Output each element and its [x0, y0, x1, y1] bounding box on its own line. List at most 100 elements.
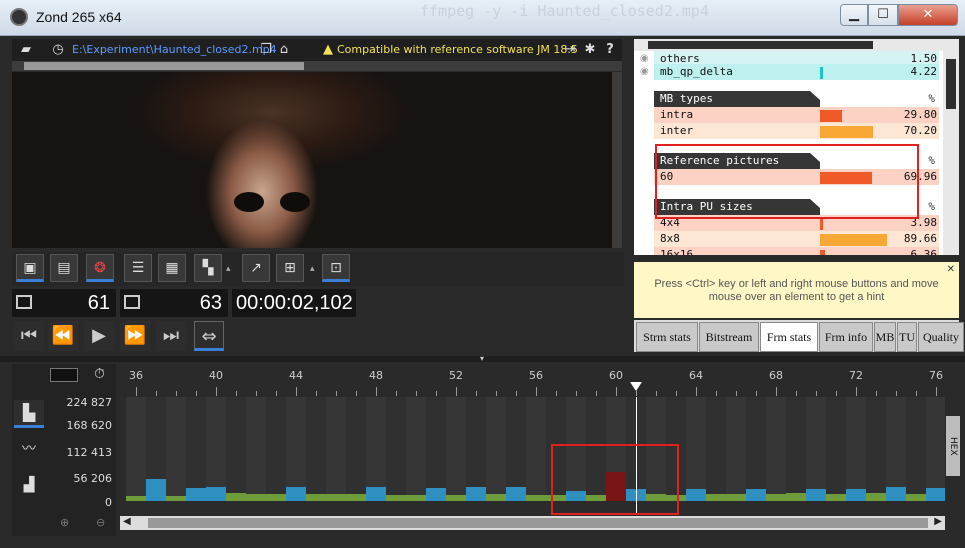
heatmap-icon[interactable]: ▤	[50, 254, 78, 282]
help-icon[interactable]: ?	[602, 42, 618, 58]
tab-strm-stats[interactable]: Strm stats	[636, 322, 698, 352]
dropdown-arrow-icon[interactable]: ▴	[226, 264, 231, 274]
eye-icon[interactable]: ◉	[640, 53, 649, 64]
tab-tu[interactable]: TU	[897, 322, 917, 352]
eye-icon[interactable]: ◉	[640, 66, 649, 77]
camera-icon[interactable]: ⊞	[276, 254, 304, 282]
frame-bar[interactable]	[686, 489, 706, 501]
frame-bar[interactable]	[766, 494, 786, 501]
file-path-link[interactable]: E:\Experiment\Haunted_closed2.mp4	[72, 43, 277, 56]
stats-horizontal-scrollbar[interactable]	[634, 39, 959, 51]
scrollbar-thumb[interactable]	[946, 59, 956, 109]
stats-row-value: 29.80	[895, 107, 939, 123]
maximize-button[interactable]: ☐	[868, 4, 898, 26]
zoom-out-icon[interactable]: ⊖	[96, 516, 105, 529]
frame-bar[interactable]	[886, 487, 906, 501]
frame-select-icon[interactable]: ⊡	[322, 254, 350, 282]
frame-bar[interactable]	[706, 494, 726, 501]
x-tick-label: 68	[769, 369, 783, 382]
last-frame-button[interactable]: ⏭	[156, 321, 186, 351]
x-tick-label: 36	[129, 369, 143, 382]
hint-close-icon[interactable]: ✕	[947, 264, 955, 275]
frame-bar[interactable]	[866, 493, 886, 501]
hex-tab[interactable]: HEX	[946, 416, 960, 476]
tab-quality[interactable]: Quality	[918, 322, 964, 352]
frame-bar[interactable]	[306, 494, 326, 501]
frame-bar[interactable]	[806, 489, 826, 501]
grid-icon[interactable]: ▦	[158, 254, 186, 282]
next-frame-button[interactable]: ⏩	[120, 321, 150, 351]
frame-bar[interactable]	[506, 487, 526, 501]
panel-splitter[interactable]: ▾	[0, 354, 965, 363]
scrollbar-thumb[interactable]	[24, 62, 304, 70]
open-folder-icon[interactable]: ▰	[18, 42, 34, 58]
copy-path-icon[interactable]: ❐	[258, 42, 274, 58]
frame-bar[interactable]	[206, 487, 226, 501]
frame-bar[interactable]	[466, 487, 486, 501]
play-button[interactable]: ▶	[84, 321, 114, 351]
minimize-button[interactable]: ▁	[840, 4, 868, 26]
loop-button[interactable]: ⇔	[194, 321, 224, 351]
x-tick	[396, 391, 397, 396]
frame-bar[interactable]	[726, 494, 746, 501]
frame-bar[interactable]	[746, 489, 766, 501]
video-frame[interactable]	[12, 72, 612, 248]
open-location-icon[interactable]: ⌂	[276, 42, 292, 58]
frame-size-mode-icon[interactable]	[50, 368, 78, 382]
motion-vector-icon[interactable]: ↗	[242, 254, 270, 282]
frame-bar[interactable]	[266, 494, 286, 501]
gear-icon[interactable]: ✱	[582, 42, 598, 58]
playhead-marker[interactable]	[630, 382, 642, 391]
x-tick	[856, 387, 857, 396]
mb-partition-icon[interactable]: ▚	[194, 254, 222, 282]
tab-frm-stats[interactable]: Frm stats	[760, 322, 818, 352]
frame-bar[interactable]	[426, 488, 446, 501]
frame-size-chart[interactable]	[120, 397, 945, 515]
dropdown-arrow-icon[interactable]: ▴	[310, 264, 315, 274]
stats-row-value: 89.66	[895, 231, 939, 247]
tab-mb[interactable]: MB	[874, 322, 896, 352]
scroll-left-icon[interactable]: ◀	[123, 516, 131, 527]
timeline-ruler[interactable]: 36 40 44 48 52 56 60 64 68 72 76	[120, 366, 945, 396]
timer-icon[interactable]: ⏱	[94, 366, 105, 382]
scrollbar-thumb[interactable]	[148, 518, 928, 528]
frame-bar[interactable]	[786, 493, 806, 501]
frame-bar[interactable]	[186, 488, 206, 501]
clock-icon[interactable]: ◷	[50, 42, 66, 58]
timeline-scrollbar[interactable]: ◀ ▶	[120, 516, 945, 530]
frame-bar[interactable]	[366, 487, 386, 501]
frame-bar[interactable]	[346, 494, 366, 501]
frame-bar[interactable]	[926, 488, 945, 501]
stats-vertical-scrollbar[interactable]	[943, 51, 959, 255]
splitter-arrow-icon[interactable]: ▾	[480, 354, 484, 363]
stats-row-label: intra	[654, 107, 820, 123]
previous-frame-button[interactable]: ⏪	[48, 321, 78, 351]
stats-bar-fill	[820, 126, 873, 138]
frame-bar[interactable]	[906, 494, 926, 501]
frame-bar[interactable]	[326, 494, 346, 501]
stats-section-header[interactable]: MB types%	[654, 91, 939, 107]
color-channels-icon[interactable]: ❂	[86, 254, 114, 282]
frame-bar[interactable]	[846, 489, 866, 501]
frame-bar[interactable]	[826, 494, 846, 501]
frame-bar[interactable]	[246, 494, 266, 501]
frame-bar[interactable]	[286, 487, 306, 501]
first-frame-button[interactable]: ⏮	[14, 321, 44, 351]
tab-bitstream[interactable]: Bitstream	[699, 322, 759, 352]
hint-text: Press <Ctrl> key or left and right mouse…	[654, 278, 939, 303]
video-vertical-scrollbar[interactable]	[612, 72, 622, 248]
frame-bar[interactable]	[146, 479, 166, 501]
frame-bar[interactable]	[486, 494, 506, 501]
list-view-icon[interactable]: ☰	[124, 254, 152, 282]
close-button[interactable]: ✕	[898, 4, 958, 26]
video-horizontal-scrollbar[interactable]	[12, 61, 622, 71]
overlay-picture-icon[interactable]: ▣	[16, 254, 44, 282]
scroll-right-icon[interactable]: ▶	[934, 516, 942, 527]
scrollbar-thumb[interactable]	[648, 41, 873, 49]
stats-row: 16x16 6.36	[654, 247, 939, 255]
x-tick-label: 60	[609, 369, 623, 382]
zoom-in-icon[interactable]: ⊕	[60, 516, 69, 529]
export-icon[interactable]: ⇥	[562, 42, 578, 58]
frame-bar[interactable]	[226, 493, 246, 501]
tab-frm-info[interactable]: Frm info	[819, 322, 873, 352]
